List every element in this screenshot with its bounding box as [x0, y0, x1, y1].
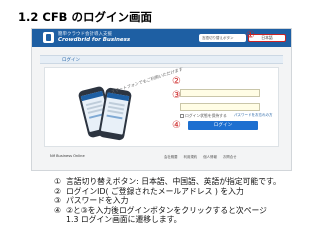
footer-link[interactable]: 会社概要	[164, 155, 178, 159]
login-screenshot: 簡単クラウド会計導入支援 Crowdbrid for Business 言語切り…	[31, 28, 292, 171]
language-select[interactable]: 言語切り替えボタン	[199, 34, 246, 42]
footer-links: 会社概要 利用規約 個人情報 お問合せ	[164, 154, 241, 159]
note-number: ①	[54, 177, 61, 186]
note-number: ④	[54, 205, 61, 215]
marker-2: ②	[172, 76, 181, 87]
footer-link[interactable]: 個人情報	[203, 155, 217, 159]
note-text: ②と③を入力後ログインボタンをクリックすると次ページ	[66, 205, 267, 215]
keep-login-checkbox[interactable]: ログイン状態を保持する	[180, 113, 227, 119]
login-tab-label: ログイン	[62, 58, 80, 63]
footer-link[interactable]: 利用規約	[184, 155, 198, 159]
login-id-field[interactable]	[180, 89, 260, 97]
note-item: ③ パスワードを入力	[54, 196, 316, 206]
password-field[interactable]	[180, 103, 260, 111]
keep-login-label: ログイン状態を保持する	[185, 113, 227, 118]
login-tab[interactable]: ログイン	[40, 55, 283, 64]
brand-name: Crowdbrid for Business	[58, 37, 131, 43]
note-text: ログインID( ご登録されたメールアドレス ) を入力	[66, 186, 244, 196]
footer-logo: Nif Business Online	[50, 154, 85, 158]
footer-link[interactable]: お問合せ	[223, 155, 237, 159]
login-button[interactable]: ログイン	[188, 121, 258, 130]
note-text: パスワードを入力	[66, 196, 129, 206]
marker-3: ③	[172, 90, 181, 101]
note-number: ③	[54, 196, 61, 206]
note-continuation: 1.3 ログイン画面に遷移します。	[66, 215, 182, 225]
note-number: ②	[54, 186, 61, 196]
note-text: 言語切り替えボタン: 日本語、中国語、英語が指定可能です。	[66, 177, 281, 186]
checkbox-icon	[180, 114, 184, 118]
note-item: ② ログインID( ご登録されたメールアドレス ) を入力	[54, 187, 316, 197]
slide-title: 1.2 CFB のログイン画面	[18, 10, 152, 24]
logo-icon	[43, 32, 54, 43]
marker-1: ①	[246, 30, 255, 41]
marker-4: ④	[172, 120, 181, 131]
note-item: ④ ②と③を入力後ログインボタンをクリックすると次ページ	[54, 206, 316, 216]
notes-list: ① 言語切り替えボタン: 日本語、中国語、英語が指定可能です。 ② ログインID( …	[54, 177, 316, 225]
note-item: ① 言語切り替えボタン: 日本語、中国語、英語が指定可能です。	[54, 177, 316, 187]
forgot-password-link[interactable]: パスワードをお忘れの方	[234, 113, 273, 118]
smartphone-illustration: スマートフォンでもご利用いただけます	[54, 67, 183, 141]
